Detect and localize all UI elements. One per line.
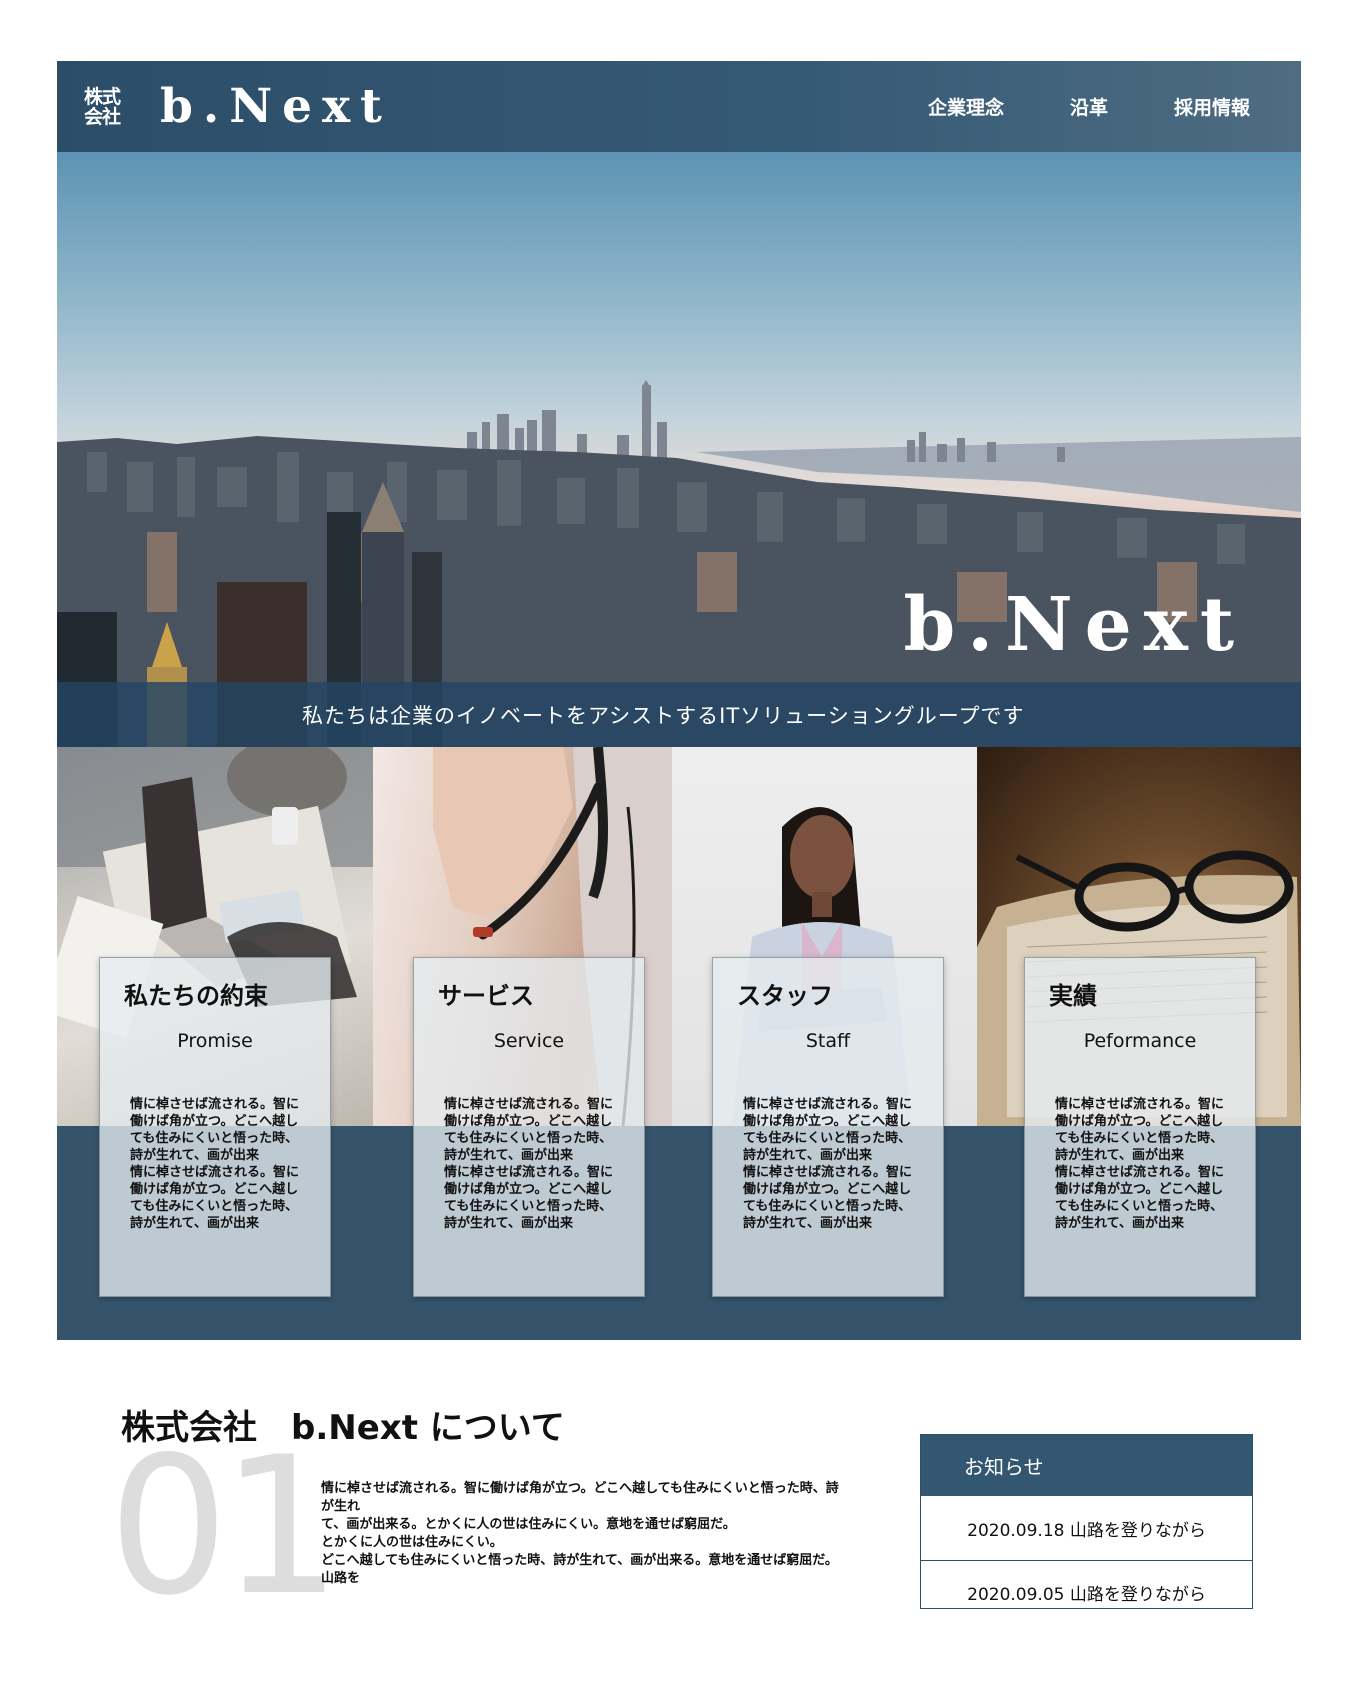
features-section: 私たちの約束 Promise 情に棹させば流される。智に 働けば角が立つ。どこへ… [57,747,1301,1340]
logo-kabushiki-line2: 会社 [84,105,121,128]
news-heading: お知らせ [921,1435,1252,1496]
feature-card-subtitle: Peformance [1083,1030,1197,1052]
feature-card-title: サービス [438,982,534,1010]
site-header: 株式 会社 b.Next 企業理念 沿革 採用情報 [57,61,1301,152]
nav-item-history[interactable]: 沿革 [1070,93,1108,120]
feature-card-staff[interactable]: スタッフ Staff 情に棹させば流される。智に 働けば角が立つ。どこへ越し て… [712,957,944,1297]
feature-card-promise[interactable]: 私たちの約束 Promise 情に棹させば流される。智に 働けば角が立つ。どこへ… [99,957,331,1297]
news-panel: お知らせ 2020.09.18 山路を登りながら 2020.09.05 山路を登… [920,1434,1253,1609]
feature-card-service[interactable]: サービス Service 情に棹させば流される。智に 働けば角が立つ。どこへ越し… [413,957,645,1297]
feature-card-subtitle: Service [493,1030,565,1052]
logo-kabushiki-mark: 株式 会社 [84,87,128,127]
feature-card-body: 情に棹させば流される。智に 働けば角が立つ。どこへ越し ても住みにくいと悟った時… [130,1097,300,1231]
feature-card-title: スタッフ [737,982,833,1010]
hero-title: b.Next [903,582,1246,668]
feature-card-subtitle: Staff [805,1030,851,1052]
about-title: 株式会社 b.Next について [121,1408,565,1448]
feature-card-body: 情に棹させば流される。智に 働けば角が立つ。どこへ越し ても住みにくいと悟った時… [1055,1097,1225,1231]
feature-card-subtitle: Promise [177,1030,253,1052]
company-logo[interactable]: 株式 会社 b.Next [84,79,392,134]
about-body: 情に棹させば流される。智に働けば角が立つ。どこへ越しても住みにくいと悟った時、詩… [321,1481,839,1586]
nav-item-recruit[interactable]: 採用情報 [1174,93,1250,120]
hero-banner: b.Next 私たちは企業のイノベートをアシストするITソリューショングループで… [57,152,1301,747]
feature-card-title: 実績 [1049,982,1097,1010]
nav-item-philosophy[interactable]: 企業理念 [928,93,1004,120]
main-nav: 企業理念 沿革 採用情報 [862,61,1250,152]
feature-card-title: 私たちの約束 [124,982,268,1010]
news-list: 2020.09.18 山路を登りながら 2020.09.05 山路を登りながら [921,1496,1252,1608]
about-section-number: 01 [108,1416,342,1637]
logo-wordmark: b.Next [160,79,392,134]
feature-card-performance[interactable]: 実績 Peformance 情に棹させば流される。智に 働けば角が立つ。どこへ越… [1024,957,1256,1297]
feature-card-body: 情に棹させば流される。智に 働けば角が立つ。どこへ越し ても住みにくいと悟った時… [444,1097,614,1231]
logo-kabushiki-line1: 株式 [84,85,121,108]
tagline-bar: 私たちは企業のイノベートをアシストするITソリューショングループです [57,682,1301,747]
news-item[interactable]: 2020.09.05 山路を登りながら [921,1560,1252,1608]
feature-card-body: 情に棹させば流される。智に 働けば角が立つ。どこへ越し ても住みにくいと悟った時… [743,1097,913,1231]
hero-tagline: 私たちは企業のイノベートをアシストするITソリューショングループです [302,703,1025,728]
news-item[interactable]: 2020.09.18 山路を登りながら [921,1496,1252,1560]
